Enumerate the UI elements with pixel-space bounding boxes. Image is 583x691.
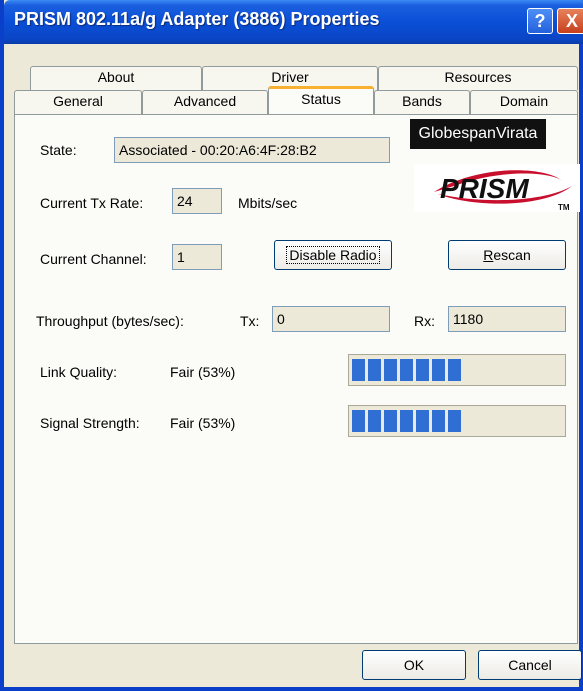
globespanvirata-logo: GlobespanVirata: [410, 119, 546, 149]
tab-resources-label: Resources: [444, 69, 512, 85]
cancel-label: Cancel: [508, 657, 552, 673]
tab-resources[interactable]: Resources: [378, 66, 578, 90]
help-icon: ?: [534, 11, 546, 31]
rescan-accelerator: R: [483, 247, 494, 263]
tab-status[interactable]: Status: [268, 86, 374, 114]
state-field: Associated - 00:20:A6:4F:28:B2: [114, 137, 390, 163]
tab-bands-label: Bands: [402, 93, 442, 109]
level-segment: [448, 359, 461, 381]
tab-bands[interactable]: Bands: [374, 90, 470, 114]
rescan-label: escan: [493, 247, 531, 263]
tx-field: 0: [272, 306, 390, 332]
properties-window: PRISM 802.11a/g Adapter (3886) Propertie…: [0, 0, 583, 691]
window-title: PRISM 802.11a/g Adapter (3886) Propertie…: [14, 9, 380, 29]
level-segment: [416, 410, 429, 432]
tab-advanced-label: Advanced: [173, 93, 237, 109]
rescan-button[interactable]: Rescan: [448, 240, 566, 270]
link-quality-bar: [348, 354, 566, 386]
cancel-button[interactable]: Cancel: [478, 650, 582, 680]
level-segment: [448, 410, 461, 432]
state-label: State:: [40, 142, 77, 158]
signal-strength-label: Signal Strength:: [40, 415, 140, 431]
tab-about[interactable]: About: [30, 66, 202, 90]
ok-label: OK: [403, 657, 425, 673]
level-segment: [368, 359, 381, 381]
prism-logo: PRISM TM: [414, 164, 580, 212]
tab-about-label: About: [97, 69, 135, 85]
tab-general-label: General: [53, 93, 103, 109]
link-quality-value: Fair (53%): [170, 364, 236, 380]
rx-field: 1180: [448, 306, 566, 332]
tx-rate-label: Current Tx Rate:: [40, 195, 144, 211]
level-segment: [400, 359, 413, 381]
tx-label: Tx:: [240, 313, 260, 329]
channel-label: Current Channel:: [40, 251, 147, 267]
rx-label: Rx:: [414, 313, 435, 329]
tab-status-label: Status: [301, 91, 341, 107]
help-button[interactable]: ?: [527, 8, 553, 34]
throughput-label: Throughput (bytes/sec):: [36, 313, 184, 329]
close-icon: X: [565, 11, 578, 31]
tab-driver-label: Driver: [271, 69, 309, 85]
title-bar[interactable]: PRISM 802.11a/g Adapter (3886) Propertie…: [4, 0, 583, 44]
tab-general[interactable]: General: [14, 90, 142, 114]
tx-rate-field: 24: [172, 188, 222, 214]
level-segment: [352, 410, 365, 432]
tab-domain-label: Domain: [499, 93, 549, 109]
disable-radio-label: Disable Radio: [286, 246, 380, 264]
close-button[interactable]: X: [557, 8, 583, 34]
disable-radio-button[interactable]: Disable Radio: [274, 240, 392, 270]
level-segment: [352, 359, 365, 381]
tx-rate-unit: Mbits/sec: [238, 195, 298, 211]
ok-button[interactable]: OK: [362, 650, 466, 680]
signal-strength-value: Fair (53%): [170, 415, 236, 431]
signal-strength-bar: [348, 405, 566, 437]
prism-logo-graphic: PRISM TM: [434, 170, 572, 212]
level-segment: [368, 410, 381, 432]
tab-domain[interactable]: Domain: [470, 90, 578, 114]
level-segment: [384, 410, 397, 432]
level-segment: [432, 410, 445, 432]
prism-logo-text: PRISM: [440, 173, 529, 204]
tab-advanced[interactable]: Advanced: [142, 90, 268, 114]
level-segment: [432, 359, 445, 381]
link-quality-label: Link Quality:: [40, 364, 118, 380]
level-segment: [384, 359, 397, 381]
prism-tm-text: TM: [558, 203, 570, 212]
level-segment: [400, 410, 413, 432]
level-segment: [416, 359, 429, 381]
channel-field: 1: [172, 244, 222, 270]
